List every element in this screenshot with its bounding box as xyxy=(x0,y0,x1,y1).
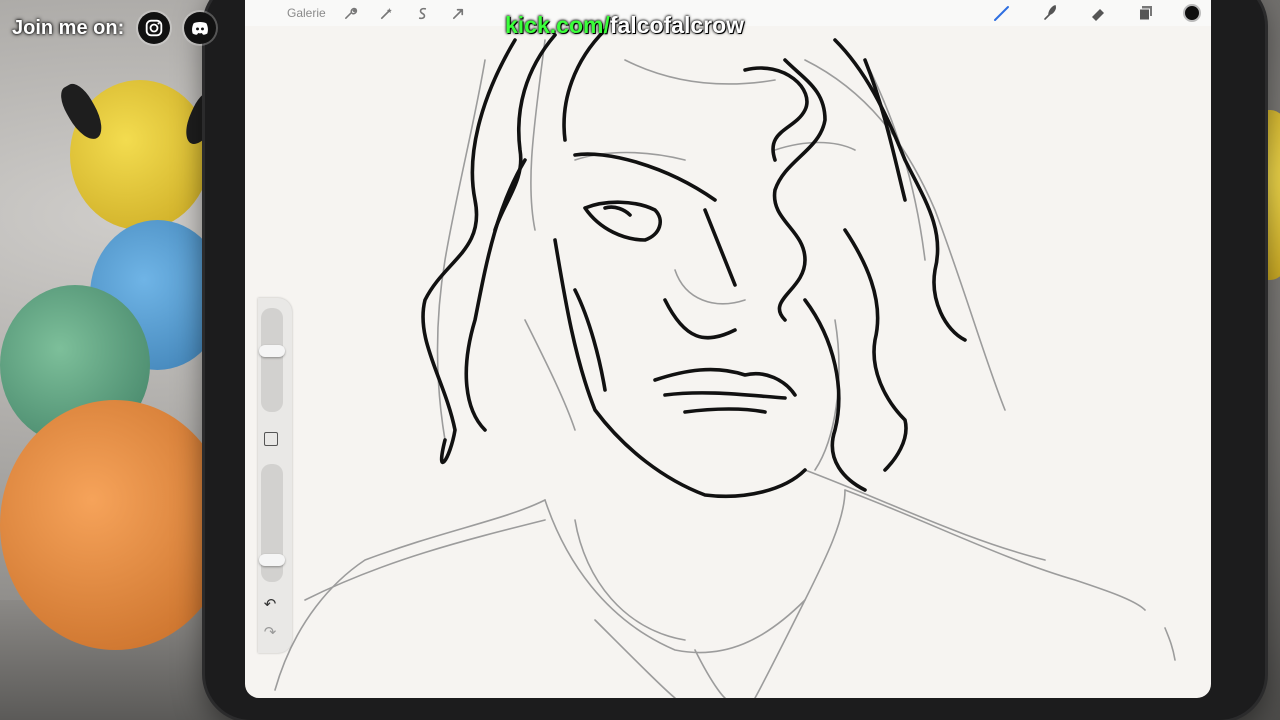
join-me-label: Join me on: xyxy=(12,16,125,39)
brush-size-slider[interactable] xyxy=(259,308,285,412)
gallery-button[interactable]: Galerie xyxy=(287,6,326,20)
selection-icon[interactable] xyxy=(412,2,434,24)
undo-icon[interactable]: ↶ xyxy=(260,596,280,614)
opacity-handle[interactable] xyxy=(259,554,285,566)
transform-arrow-icon[interactable] xyxy=(448,2,470,24)
toolbar-right xyxy=(991,0,1201,26)
social-overlay: Join me on: xyxy=(12,12,217,44)
color-picker-button[interactable] xyxy=(1183,4,1201,22)
stream-url-handle: falcofalcrow xyxy=(609,12,745,38)
stream-url-domain: kick.com/ xyxy=(505,12,610,38)
stream-url[interactable]: kick.com/falcofalcrow xyxy=(505,12,744,39)
procreate-screen: Galerie xyxy=(245,0,1211,698)
smudge-icon[interactable] xyxy=(1039,2,1061,24)
charmander-plush xyxy=(0,400,230,650)
drawing-canvas[interactable] xyxy=(245,0,1211,698)
wrench-icon[interactable] xyxy=(340,2,362,24)
brush-size-handle[interactable] xyxy=(259,345,285,357)
modify-square-icon[interactable] xyxy=(264,432,278,446)
opacity-slider[interactable] xyxy=(259,464,285,582)
magic-wand-icon[interactable] xyxy=(376,2,398,24)
eraser-icon[interactable] xyxy=(1087,2,1109,24)
toolbar-left: Galerie xyxy=(245,2,470,24)
discord-icon[interactable] xyxy=(184,12,217,44)
procreate-sidebar: ↶ ↷ xyxy=(258,298,292,653)
redo-icon[interactable]: ↷ xyxy=(260,624,280,642)
layers-icon[interactable] xyxy=(1135,2,1157,24)
instagram-icon[interactable] xyxy=(138,12,171,44)
brush-icon[interactable] xyxy=(991,2,1013,24)
